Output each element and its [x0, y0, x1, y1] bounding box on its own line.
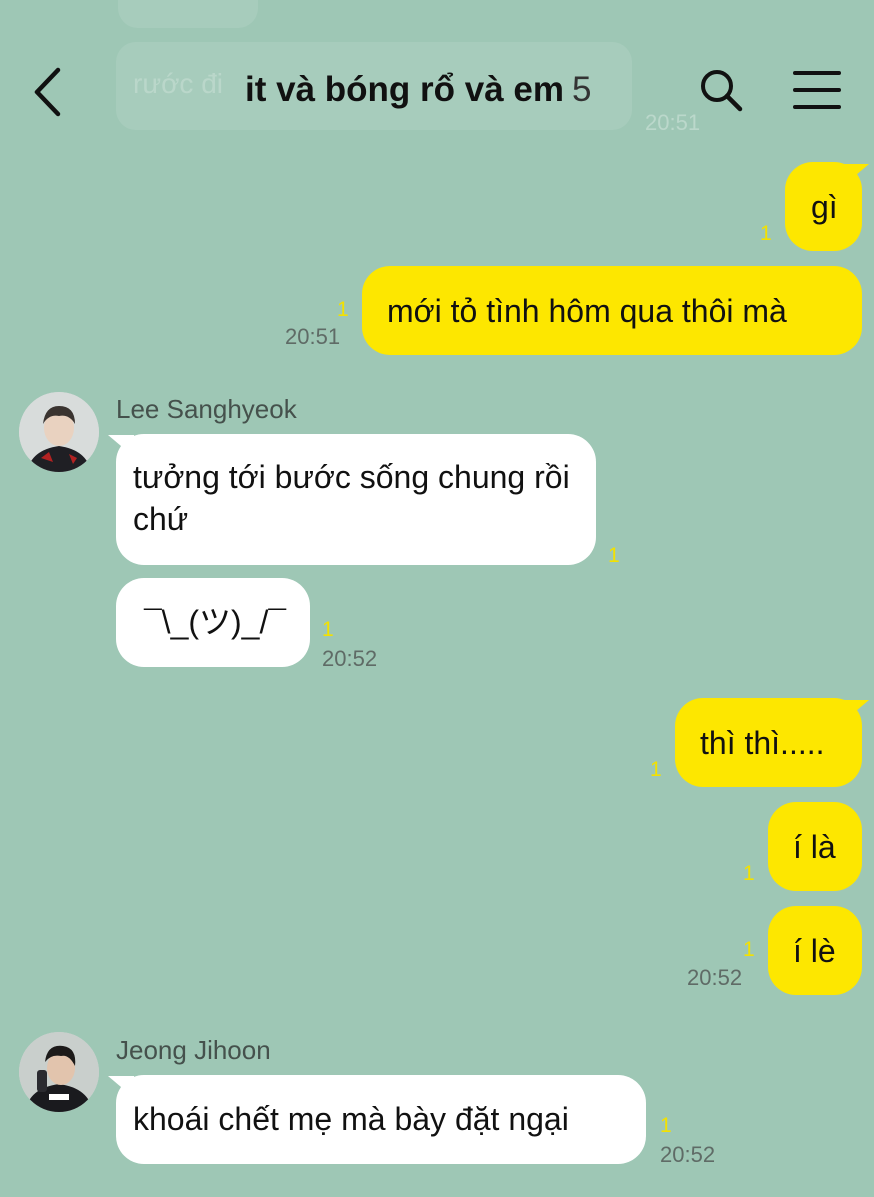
- avatar[interactable]: [19, 392, 99, 472]
- unread-count: 1: [743, 938, 755, 961]
- unread-count: 1: [660, 1114, 672, 1137]
- profile-photo: [19, 392, 99, 472]
- ghost-bubble-top: [118, 0, 258, 28]
- message-text: gì: [811, 189, 838, 225]
- back-button[interactable]: [28, 66, 68, 118]
- ghost-timestamp: 20:51: [645, 110, 701, 135]
- their-message-bubble[interactable]: tưởng tới bước sống chung rồi chứ: [116, 434, 596, 565]
- chat-title-text: it và bóng rổ và em: [245, 70, 564, 109]
- message-text: í lè: [793, 933, 836, 969]
- my-message-bubble[interactable]: thì thì.....: [675, 698, 862, 787]
- unread-count: 1: [608, 544, 620, 567]
- ghost-message-text: rước đi: [133, 68, 224, 99]
- message-text: khoái chết mẹ mà bày đặt ngại: [133, 1101, 569, 1137]
- message-text: í là: [793, 829, 836, 865]
- member-count: 5: [571, 70, 592, 109]
- their-message-bubble[interactable]: khoái chết mẹ mà bày đặt ngại: [116, 1075, 646, 1164]
- message-text: tưởng tới bước sống chung rồi chứ: [133, 459, 570, 537]
- sender-name: Jeong Jihoon: [116, 1035, 271, 1065]
- search-icon: [701, 70, 743, 112]
- message-timestamp: 20:51: [285, 324, 341, 349]
- unread-count: 1: [337, 298, 349, 321]
- my-message-bubble[interactable]: í lè: [768, 906, 862, 995]
- my-message-bubble[interactable]: gì: [785, 162, 862, 251]
- unread-count: 1: [650, 758, 662, 781]
- message-text: ¯\_(ツ)_/¯: [144, 604, 287, 640]
- my-message-bubble[interactable]: í là: [768, 802, 862, 891]
- message-timestamp: 20:52: [660, 1142, 716, 1167]
- unread-count: 1: [743, 862, 755, 885]
- message-timestamp: 20:52: [687, 965, 743, 990]
- my-message-bubble[interactable]: mới tỏ tình hôm qua thôi mà: [362, 266, 862, 355]
- unread-count: 1: [760, 222, 772, 245]
- message-text: thì thì.....: [700, 725, 825, 761]
- menu-button[interactable]: [792, 68, 842, 112]
- their-message-bubble[interactable]: ¯\_(ツ)_/¯: [116, 578, 310, 667]
- sender-name: Lee Sanghyeok: [116, 394, 297, 424]
- profile-photo: [19, 1032, 99, 1112]
- chevron-left-icon: [34, 67, 61, 117]
- message-text: mới tỏ tình hôm qua thôi mà: [387, 293, 787, 329]
- message-timestamp: 20:52: [322, 646, 378, 671]
- search-button[interactable]: [697, 66, 745, 114]
- avatar[interactable]: [19, 1032, 99, 1112]
- unread-count: 1: [322, 618, 334, 641]
- chat-title: it và bóng rổ và em 5: [245, 70, 591, 110]
- hamburger-menu-icon: [793, 71, 841, 109]
